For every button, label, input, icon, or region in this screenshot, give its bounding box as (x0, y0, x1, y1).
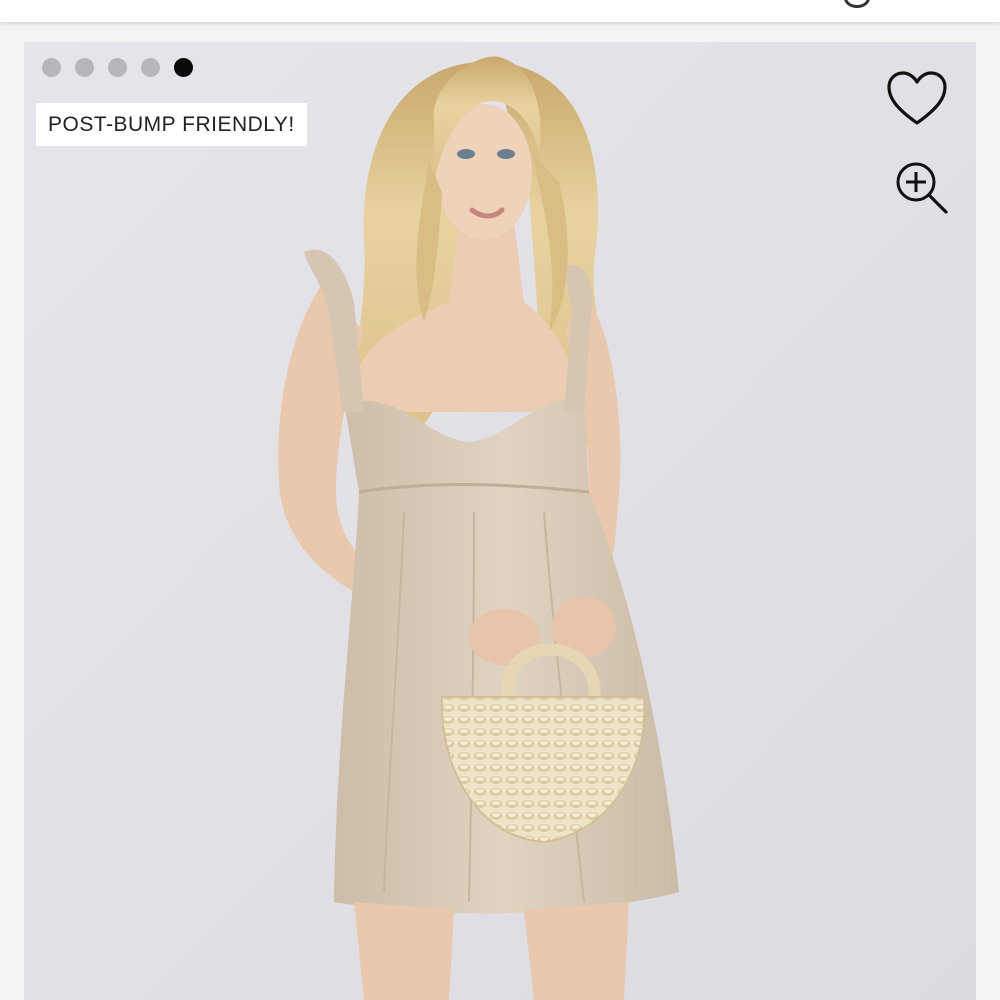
carousel-dot-3[interactable] (108, 58, 127, 77)
search-icon[interactable] (844, 0, 870, 8)
carousel-dot-4[interactable] (141, 58, 160, 77)
zoom-button[interactable] (894, 160, 950, 216)
carousel-dot-5-active[interactable] (174, 58, 193, 77)
heart-icon (887, 71, 947, 125)
carousel-dot-1[interactable] (42, 58, 61, 77)
wishlist-button[interactable] (886, 70, 948, 128)
carousel-pagination (42, 58, 193, 77)
top-header-bar (0, 0, 1000, 22)
carousel-dot-2[interactable] (75, 58, 94, 77)
page: POST-BUMP FRIENDLY! (0, 0, 1000, 1000)
product-photo (24, 42, 976, 1000)
zoom-in-icon (896, 162, 948, 214)
product-badge: POST-BUMP FRIENDLY! (36, 103, 307, 146)
product-image-gallery[interactable]: POST-BUMP FRIENDLY! (24, 42, 976, 1000)
